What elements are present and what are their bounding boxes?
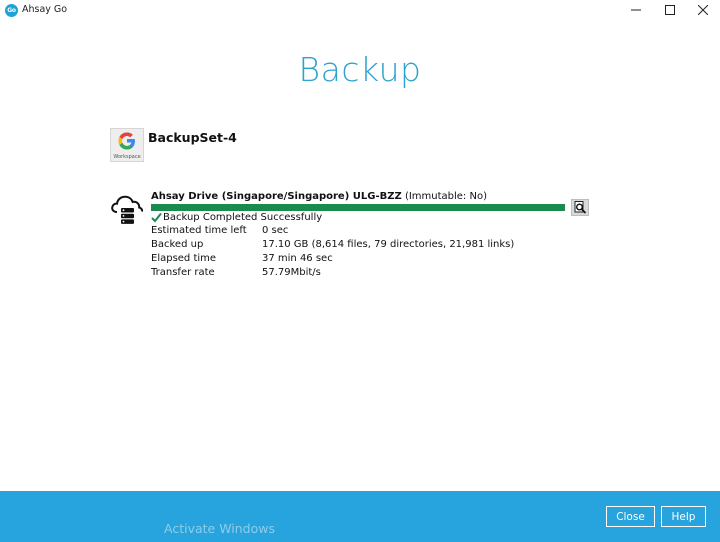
activate-windows-watermark: Activate Windows (164, 521, 275, 536)
app-logo-text: Go (7, 7, 16, 14)
detail-value: 57.79Mbit/s (262, 267, 321, 278)
detail-value: 37 min 46 sec (262, 253, 333, 264)
checkmark-icon (151, 212, 162, 222)
page-title: Backup (298, 50, 422, 89)
detail-value: 17.10 GB (8,614 files, 79 directories, 2… (262, 239, 515, 250)
backup-set-name: BackupSet-4 (148, 130, 237, 145)
status-text: Backup Completed Successfully (163, 211, 323, 223)
detail-value: 0 sec (262, 225, 289, 236)
google-g-icon (118, 132, 135, 150)
detail-label: Estimated time left (151, 225, 247, 236)
detail-label: Backed up (151, 239, 204, 250)
detail-label: Elapsed time (151, 253, 217, 264)
detail-label: Transfer rate (151, 267, 215, 278)
workspace-label: Workspace (113, 154, 141, 160)
backup-status: Backup Completed Successfully (151, 211, 322, 223)
title-bar: Go Ahsay Go (0, 0, 720, 20)
footer-bar: Activate Windows Close Help (0, 491, 720, 542)
window-title: Ahsay Go (22, 4, 68, 15)
maximize-icon (665, 5, 675, 15)
close-button[interactable]: Close (606, 506, 655, 527)
help-button[interactable]: Help (661, 506, 706, 527)
cloud-server-icon (111, 195, 144, 224)
backup-progress-bar (151, 204, 565, 211)
minimize-button[interactable] (619, 0, 653, 20)
destination-title: Ahsay Drive (Singapore/Singapore) ULG-BZ… (151, 191, 402, 202)
minimize-icon (631, 9, 641, 11)
app-logo-icon: Go (5, 4, 18, 17)
google-workspace-icon: Workspace (110, 128, 144, 162)
close-icon (698, 5, 708, 15)
magnifier-document-icon (574, 201, 586, 214)
destination-name: Ahsay Drive (Singapore/Singapore) ULG-BZ… (151, 191, 487, 202)
backup-progress-fill (151, 204, 565, 211)
close-window-button[interactable] (686, 0, 720, 20)
view-details-button[interactable] (571, 199, 589, 216)
immutable-status: (Immutable: No) (404, 191, 487, 202)
maximize-button[interactable] (653, 0, 687, 20)
